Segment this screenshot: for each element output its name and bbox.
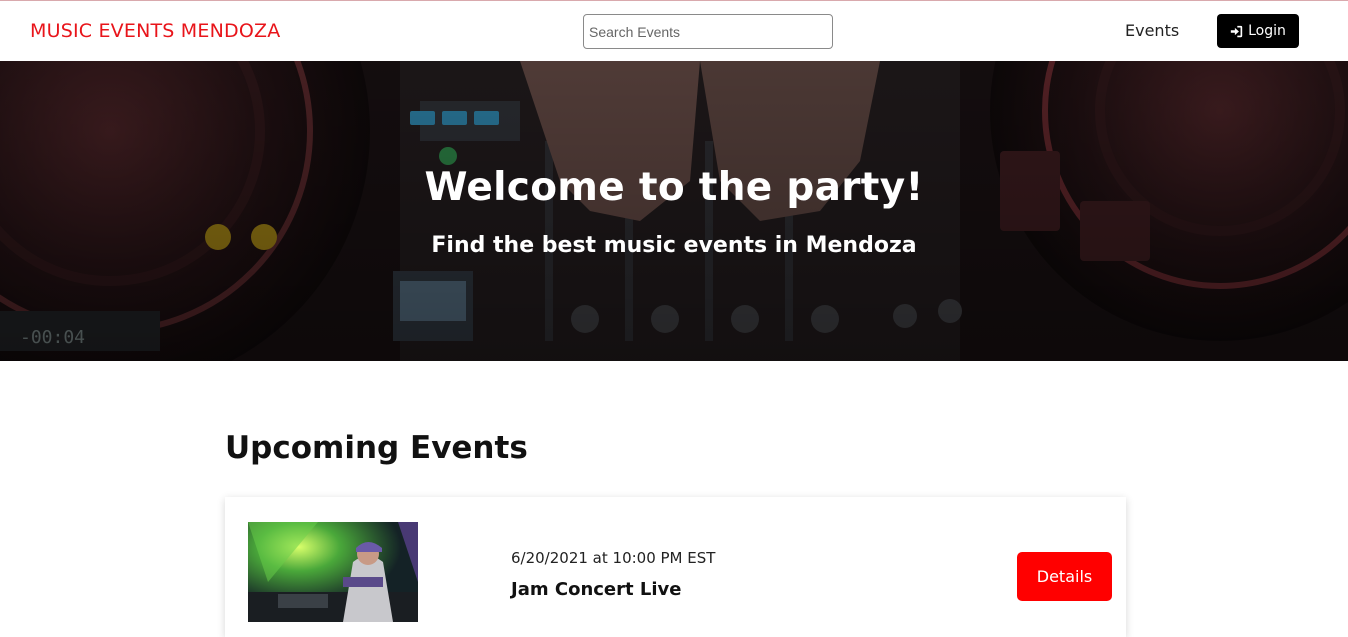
upcoming-events-title: Upcoming Events xyxy=(225,430,528,466)
event-datetime: 6/20/2021 at 10:00 PM EST xyxy=(511,549,716,567)
dj-mixer-background-image: -00:04 xyxy=(0,61,1348,361)
details-button[interactable]: Details xyxy=(1017,552,1112,601)
search-input[interactable] xyxy=(583,14,833,49)
event-name: Jam Concert Live xyxy=(511,579,682,600)
hero-subtitle: Find the best music events in Mendoza xyxy=(431,233,917,258)
login-label: Login xyxy=(1248,23,1286,39)
login-button[interactable]: Login xyxy=(1217,14,1299,48)
event-thumbnail xyxy=(248,522,418,622)
hero-banner: -00:04 Welcome to the party! Find the be… xyxy=(0,61,1348,361)
event-card: 6/20/2021 at 10:00 PM EST Jam Concert Li… xyxy=(225,497,1126,637)
sign-in-icon xyxy=(1230,25,1243,37)
navbar: MUSIC EVENTS MENDOZA Events Login xyxy=(0,1,1348,61)
brand-link[interactable]: MUSIC EVENTS MENDOZA xyxy=(30,20,280,42)
hero-title: Welcome to the party! xyxy=(424,165,924,210)
dj-event-image xyxy=(248,522,418,622)
nav-events-link[interactable]: Events xyxy=(1125,21,1179,40)
